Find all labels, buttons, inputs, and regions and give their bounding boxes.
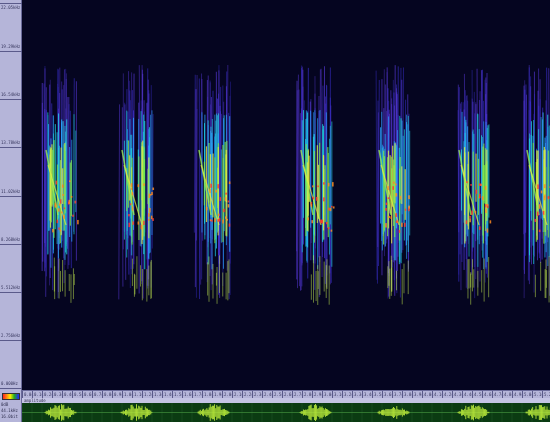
frequency-tick: 19.29kHz: [0, 44, 22, 53]
time-tick-label: 5.2s: [544, 392, 550, 397]
gain-readout: 0dB: [1, 402, 9, 407]
frequency-tick: 8.268kHz: [0, 237, 22, 245]
frequency-tick: 2.756kHz: [0, 333, 22, 341]
frequency-tick-label: 16.54kHz: [1, 92, 21, 98]
frequency-tick-label: 19.29kHz: [1, 44, 21, 50]
frequency-tick-label: 13.78kHz: [1, 140, 21, 146]
sample-rate-readout: 44.1kHz: [1, 408, 18, 413]
spectrogram-canvas: [22, 0, 550, 390]
frequency-tick: 22.05kHz: [0, 3, 22, 10]
frequency-tick: 5.512kHz: [0, 285, 22, 293]
time-ruler: 0.0s 0.1s 0.2s 0.3s 0.4s 0.5s 0.6s 0.7s 0.8s 0.9s…: [22, 390, 550, 399]
spectrogram-view[interactable]: [22, 0, 550, 390]
frequency-tick-label: 5.512kHz: [1, 284, 21, 290]
frequency-tick: 0.000Hz: [0, 381, 22, 389]
frequency-ruler: 22.05kHz 19.29kHz 16.54kHz 13.78kHz 11.02kHz…: [0, 0, 22, 390]
waveform-view[interactable]: [22, 403, 550, 422]
frequency-tick: 13.78kHz: [0, 140, 22, 149]
frequency-tick-label: 2.756kHz: [1, 332, 21, 338]
frequency-tick: 11.02kHz: [0, 189, 22, 197]
spectrogram-window: 22.05kHz 19.29kHz 16.54kHz 13.78kHz 11.02kHz…: [0, 0, 550, 422]
bit-depth-readout: 16.0bit: [1, 414, 18, 419]
waveform-canvas: [22, 403, 550, 422]
frequency-tick-label: 8.268kHz: [1, 236, 21, 242]
frequency-tick-label: 11.02kHz: [1, 188, 21, 194]
info-panel: 0dB 44.1kHz 16.0bit: [0, 390, 22, 422]
color-scale-icon: [2, 393, 20, 400]
frequency-tick-label: 0.000Hz: [1, 381, 18, 386]
frequency-tick-label: 22.05kHz: [1, 5, 21, 10]
frequency-tick: 16.54kHz: [0, 92, 22, 101]
